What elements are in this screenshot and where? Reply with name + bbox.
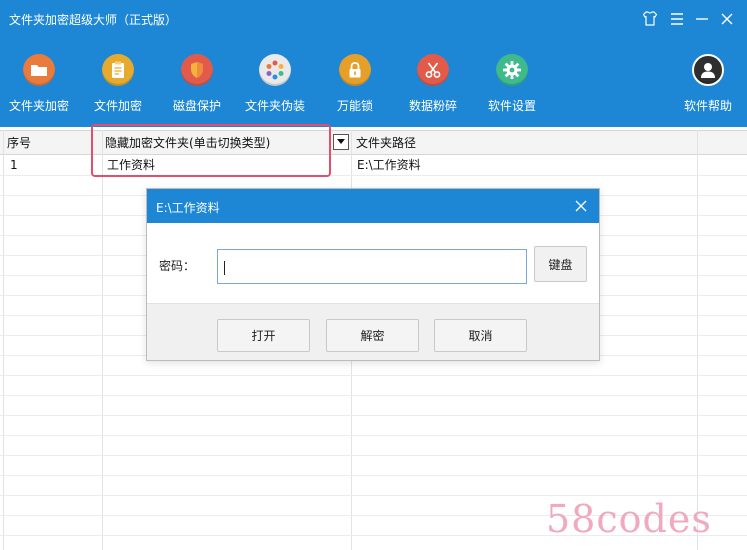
header-path[interactable]: 文件夹路径 bbox=[349, 131, 689, 155]
toolbar-data-shred[interactable]: 数据粉碎 bbox=[408, 54, 458, 118]
menu-icon[interactable] bbox=[667, 9, 687, 29]
toolbar-label: 文件夹加密 bbox=[8, 99, 69, 113]
row-index: 1 bbox=[10, 158, 18, 172]
chevron-down-icon bbox=[337, 139, 345, 144]
column-divider bbox=[102, 130, 103, 550]
dialog-title: E:\工作资料 bbox=[156, 201, 220, 215]
dialog-title-bar: E:\工作资料 bbox=[147, 189, 599, 223]
row-folder-path: E:\工作资料 bbox=[357, 158, 421, 172]
keyboard-button[interactable]: 键盘 bbox=[534, 246, 587, 282]
row-divider bbox=[0, 395, 747, 396]
row-divider bbox=[0, 515, 747, 516]
password-dialog: E:\工作资料 密码： 键盘 打开 解密 取消 bbox=[146, 188, 600, 361]
top-bar: 文件夹加密超级大师（正式版） 文件夹加密 文件加密 磁盘保护 文件夹伪装 万能锁… bbox=[0, 0, 747, 127]
shield-icon bbox=[181, 54, 213, 86]
disguise-wheel-icon bbox=[259, 54, 291, 86]
row-divider bbox=[0, 435, 747, 436]
close-icon[interactable] bbox=[717, 9, 737, 29]
minimize-icon[interactable] bbox=[692, 9, 712, 29]
row-divider bbox=[0, 375, 747, 376]
column-divider bbox=[3, 130, 4, 550]
table-header: 序号 隐藏加密文件夹(单击切换类型) 文件夹路径 bbox=[0, 130, 747, 155]
padlock-icon bbox=[339, 54, 371, 86]
user-help-icon bbox=[692, 54, 724, 86]
toolbar-file-encrypt[interactable]: 文件加密 bbox=[93, 54, 143, 118]
document-icon bbox=[102, 54, 134, 86]
type-dropdown-button[interactable] bbox=[333, 134, 349, 150]
app-title: 文件夹加密超级大师（正式版） bbox=[9, 13, 178, 27]
toolbar-settings[interactable]: 软件设置 bbox=[487, 54, 537, 118]
header-hidden-folder[interactable]: 隐藏加密文件夹(单击切换类型) bbox=[98, 131, 328, 155]
toolbar-disk-protect[interactable]: 磁盘保护 bbox=[172, 54, 222, 118]
row-divider bbox=[0, 475, 747, 476]
open-button[interactable]: 打开 bbox=[217, 319, 310, 352]
row-divider bbox=[0, 175, 747, 176]
toolbar-label: 磁盘保护 bbox=[172, 99, 221, 113]
dialog-body: 密码： 键盘 bbox=[147, 223, 599, 303]
toolbar-folder-disguise[interactable]: 文件夹伪装 bbox=[244, 54, 306, 118]
text-caret bbox=[224, 261, 225, 275]
dialog-close-icon[interactable] bbox=[573, 198, 589, 214]
row-divider bbox=[0, 535, 747, 536]
row-divider bbox=[0, 415, 747, 416]
gear-icon bbox=[496, 54, 528, 86]
header-index[interactable]: 序号 bbox=[0, 131, 102, 155]
row-folder-name: 工作资料 bbox=[107, 158, 156, 172]
toolbar-label: 软件设置 bbox=[487, 99, 536, 113]
row-divider bbox=[0, 495, 747, 496]
cancel-button[interactable]: 取消 bbox=[434, 319, 527, 352]
scissors-icon bbox=[417, 54, 449, 86]
folder-icon bbox=[23, 54, 55, 86]
toolbar-label: 软件帮助 bbox=[683, 99, 732, 113]
toolbar-label: 文件加密 bbox=[93, 99, 142, 113]
toolbar-help[interactable]: 软件帮助 bbox=[683, 54, 733, 118]
toolbar-label: 万能锁 bbox=[336, 99, 373, 113]
password-input[interactable] bbox=[217, 249, 527, 284]
toolbar-label: 文件夹伪装 bbox=[244, 99, 305, 113]
toolbar-label: 数据粉碎 bbox=[408, 99, 457, 113]
skin-icon[interactable] bbox=[640, 9, 660, 29]
dialog-footer: 打开 解密 取消 bbox=[147, 303, 599, 360]
toolbar-folder-encrypt[interactable]: 文件夹加密 bbox=[8, 54, 70, 118]
password-label: 密码： bbox=[159, 259, 196, 273]
title-bar: 文件夹加密超级大师（正式版） bbox=[0, 0, 747, 40]
row-divider bbox=[0, 455, 747, 456]
column-divider bbox=[697, 130, 698, 550]
decrypt-button[interactable]: 解密 bbox=[326, 319, 419, 352]
toolbar-universal-lock[interactable]: 万能锁 bbox=[336, 54, 374, 118]
